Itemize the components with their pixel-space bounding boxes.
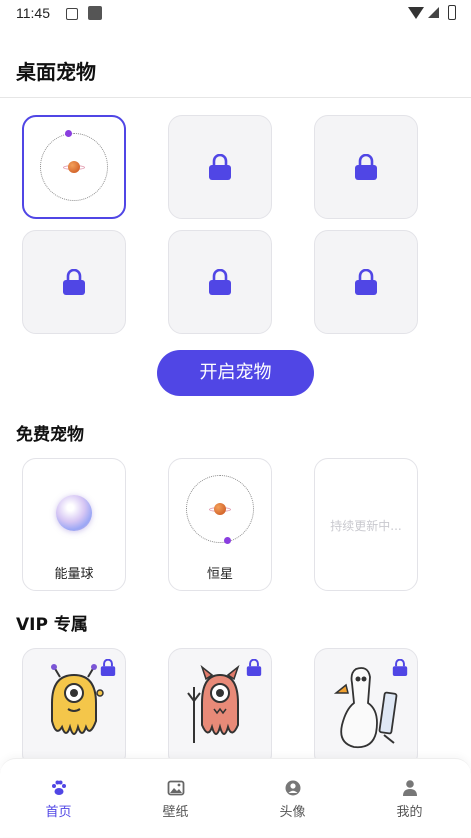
tab-label: 我的	[396, 805, 423, 820]
octopus-monster-icon	[51, 664, 104, 735]
pet-slot-2[interactable]	[168, 115, 272, 219]
vip-pet-octopus[interactable]	[22, 648, 126, 768]
avatar-icon	[285, 780, 300, 796]
pet-slot-1[interactable]	[22, 115, 126, 219]
app-header: 桌面宠物	[0, 28, 471, 98]
notification-icon	[66, 8, 78, 20]
start-pet-button[interactable]: 开启宠物	[157, 350, 314, 396]
paw-icon	[51, 780, 66, 795]
battery-icon	[448, 5, 456, 20]
tab-label: 壁纸	[162, 805, 189, 820]
free-pet-label: 恒星	[206, 567, 233, 582]
tab-mine[interactable]: 我的	[351, 759, 468, 838]
lock-icon	[355, 269, 377, 295]
tab-label: 头像	[279, 805, 306, 820]
pet-slot-5[interactable]	[168, 230, 272, 334]
lock-icon	[63, 269, 85, 295]
pet-slot-3[interactable]	[314, 115, 418, 219]
tab-avatar[interactable]: 头像	[234, 759, 351, 838]
star-orbit-icon	[40, 130, 108, 201]
image-icon	[167, 780, 184, 796]
person-icon	[402, 780, 417, 796]
free-pets-title: 免费宠物	[16, 425, 84, 445]
energy-ball-icon	[56, 495, 92, 531]
vip-pet-devil[interactable]	[168, 648, 272, 768]
devil-monster-icon	[187, 664, 240, 743]
signal-icon	[428, 7, 439, 18]
free-pet-label: 能量球	[54, 567, 94, 582]
coming-soon-card: 持续更新中...	[314, 458, 418, 591]
pet-slot-4[interactable]	[22, 230, 126, 334]
tab-home[interactable]: 首页	[0, 759, 117, 838]
vip-section-title: VIP 专属	[16, 615, 88, 635]
wifi-icon	[408, 7, 424, 19]
tab-label: 首页	[45, 805, 72, 820]
star-orbit-icon	[186, 475, 254, 544]
goose-computer-icon	[333, 667, 398, 749]
bottom-tab-bar: 首页 壁纸 头像 我的	[0, 758, 471, 837]
lock-icon	[209, 154, 231, 180]
free-pet-star[interactable]: 恒星	[168, 458, 272, 591]
app-notification-icon	[88, 6, 102, 20]
free-pet-energy-ball[interactable]: 能量球	[22, 458, 126, 591]
lock-icon	[355, 154, 377, 180]
tab-wallpaper[interactable]: 壁纸	[117, 759, 234, 838]
page-title: 桌面宠物	[16, 60, 96, 84]
status-bar: 11:45	[0, 0, 471, 28]
vip-pet-goose[interactable]	[314, 648, 418, 768]
lock-icon	[209, 269, 231, 295]
pet-slot-6[interactable]	[314, 230, 418, 334]
coming-soon-text: 持续更新中...	[330, 519, 402, 533]
status-time: 11:45	[16, 5, 50, 21]
